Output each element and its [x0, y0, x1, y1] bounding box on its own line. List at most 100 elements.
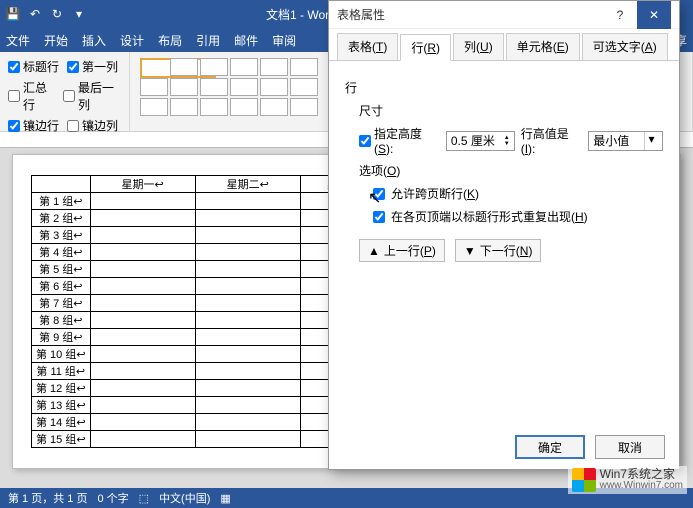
row-label[interactable]: 第 8 组↩ [32, 312, 91, 329]
height-mode-select[interactable]: 最小值 ▾ [588, 131, 663, 151]
style-thumb[interactable] [200, 98, 228, 116]
table-cell[interactable] [90, 363, 195, 380]
chk-last-col[interactable]: 最后一列 [63, 79, 121, 113]
table-cell[interactable] [195, 278, 300, 295]
prev-row-button[interactable]: ▲ 上一行(P) [359, 239, 445, 262]
row-label[interactable]: 第 6 组↩ [32, 278, 91, 295]
tab-layout[interactable]: 布局 [158, 32, 182, 49]
chk-total-row[interactable]: 汇总行 [8, 79, 55, 113]
table-cell[interactable] [90, 227, 195, 244]
tab-column[interactable]: 列(U) [453, 33, 504, 60]
style-thumb[interactable] [170, 78, 198, 96]
row-label[interactable]: 第 7 组↩ [32, 295, 91, 312]
style-thumb[interactable] [260, 98, 288, 116]
ok-button[interactable]: 确定 [515, 435, 585, 459]
close-button[interactable]: ✕ [637, 1, 671, 29]
row-label[interactable]: 第 4 组↩ [32, 244, 91, 261]
style-thumb[interactable] [290, 98, 318, 116]
table-cell[interactable] [195, 210, 300, 227]
table-cell[interactable] [90, 380, 195, 397]
style-thumb[interactable] [140, 98, 168, 116]
table-cell[interactable] [195, 193, 300, 210]
tab-cell[interactable]: 单元格(E) [506, 33, 580, 60]
row-label[interactable]: 第 2 组↩ [32, 210, 91, 227]
dialog-title-bar[interactable]: 表格属性 ? ✕ [329, 1, 679, 29]
status-lang-icon[interactable]: ⬚ [139, 492, 149, 505]
row-label[interactable]: 第 13 组↩ [32, 397, 91, 414]
style-thumb[interactable] [290, 78, 318, 96]
table-cell[interactable] [90, 431, 195, 448]
table-cell[interactable] [195, 346, 300, 363]
table-cell[interactable] [195, 431, 300, 448]
row-label[interactable]: 第 10 组↩ [32, 346, 91, 363]
table-cell[interactable] [90, 278, 195, 295]
style-thumb[interactable] [260, 78, 288, 96]
style-thumb[interactable] [260, 58, 288, 76]
table-cell[interactable] [90, 295, 195, 312]
status-macro-icon[interactable]: ▦ [220, 492, 230, 505]
row-label[interactable]: 第 11 组↩ [32, 363, 91, 380]
status-page[interactable]: 第 1 页，共 1 页 [8, 490, 87, 506]
next-row-button[interactable]: ▼ 下一行(N) [455, 239, 542, 262]
tab-home[interactable]: 开始 [44, 32, 68, 49]
style-thumb[interactable] [200, 58, 228, 76]
tab-row[interactable]: 行(R) [400, 34, 451, 61]
style-thumb[interactable] [290, 58, 318, 76]
undo-icon[interactable]: ↶ [28, 7, 42, 21]
style-thumb[interactable] [230, 78, 258, 96]
style-thumb[interactable] [170, 58, 198, 76]
table-cell[interactable] [90, 193, 195, 210]
table-cell[interactable] [90, 414, 195, 431]
tab-review[interactable]: 审阅 [272, 32, 296, 49]
tab-mailings[interactable]: 邮件 [234, 32, 258, 49]
help-button[interactable]: ? [603, 1, 637, 29]
tab-table[interactable]: 表格(T) [337, 33, 398, 60]
style-thumb[interactable] [230, 58, 258, 76]
tab-references[interactable]: 引用 [196, 32, 220, 49]
style-thumb[interactable] [200, 78, 228, 96]
table-cell[interactable] [195, 329, 300, 346]
row-label[interactable]: 第 9 组↩ [32, 329, 91, 346]
table-cell[interactable] [90, 244, 195, 261]
status-language[interactable]: 中文(中国) [159, 490, 210, 506]
chevron-down-icon[interactable]: ▾ [644, 132, 658, 150]
style-thumb[interactable] [170, 98, 198, 116]
chk-first-col[interactable]: 第一列 [67, 58, 118, 75]
row-label[interactable]: 第 12 组↩ [32, 380, 91, 397]
table-cell[interactable] [195, 363, 300, 380]
cancel-button[interactable]: 取消 [595, 435, 665, 459]
table-cell[interactable] [195, 261, 300, 278]
style-thumb[interactable] [140, 78, 168, 96]
chk-header-row[interactable]: 标题行 [8, 58, 59, 75]
style-thumb[interactable] [230, 98, 258, 116]
tab-alt-text[interactable]: 可选文字(A) [582, 33, 668, 60]
table-cell[interactable] [90, 346, 195, 363]
table-cell[interactable] [195, 295, 300, 312]
table-cell[interactable] [195, 414, 300, 431]
table-cell[interactable] [195, 397, 300, 414]
row-label[interactable]: 第 3 组↩ [32, 227, 91, 244]
table-cell[interactable] [90, 261, 195, 278]
tab-design[interactable]: 设计 [120, 32, 144, 49]
status-words[interactable]: 0 个字 [97, 490, 128, 506]
table-cell[interactable] [90, 312, 195, 329]
tab-insert[interactable]: 插入 [82, 32, 106, 49]
qat-more-icon[interactable]: ▾ [72, 7, 86, 21]
chk-specify-height[interactable]: 指定高度(S): [359, 125, 440, 156]
chk-repeat-header[interactable]: 在各页顶端以标题行形式重复出现(H) [373, 208, 663, 225]
row-label[interactable]: 第 15 组↩ [32, 431, 91, 448]
table-cell[interactable] [195, 244, 300, 261]
table-cell[interactable] [90, 397, 195, 414]
save-icon[interactable]: 💾 [6, 7, 20, 21]
row-label[interactable]: 第 14 组↩ [32, 414, 91, 431]
spinner-arrows-icon[interactable]: ▲▼ [504, 135, 510, 147]
row-label[interactable]: 第 1 组↩ [32, 193, 91, 210]
tab-file[interactable]: 文件 [6, 32, 30, 49]
table-cell[interactable] [90, 329, 195, 346]
table-cell[interactable] [195, 312, 300, 329]
table-cell[interactable] [195, 227, 300, 244]
height-spinner[interactable]: 0.5 厘米 ▲▼ [446, 131, 515, 151]
table-cell[interactable] [195, 380, 300, 397]
redo-icon[interactable]: ↻ [50, 7, 64, 21]
chk-allow-break[interactable]: 允许跨页断行(K) [373, 185, 663, 202]
